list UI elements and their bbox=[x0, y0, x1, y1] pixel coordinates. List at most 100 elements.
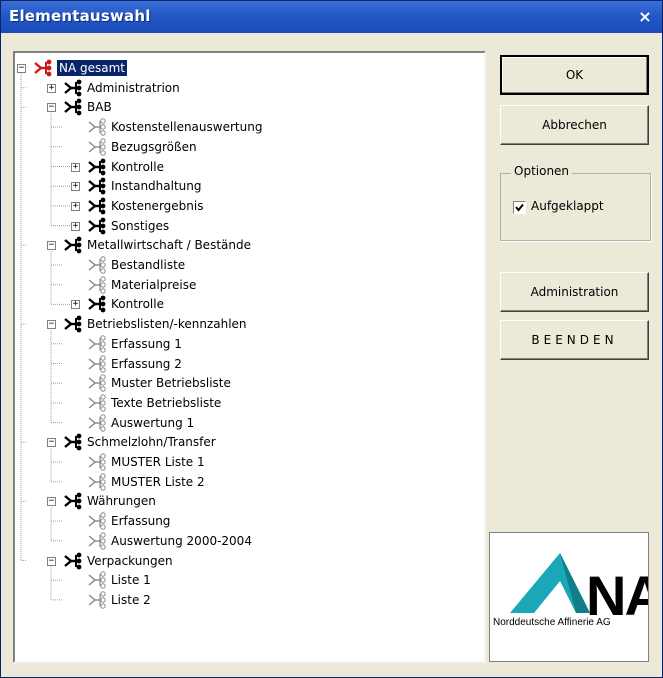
checkmark-icon bbox=[515, 203, 524, 212]
tree-node-13[interactable]: Erfassung 1 bbox=[15, 335, 475, 353]
tree-node-label[interactable]: MUSTER Liste 1 bbox=[111, 454, 205, 470]
tree-node-label[interactable]: Liste 2 bbox=[111, 592, 151, 608]
folder-node-icon bbox=[63, 236, 85, 254]
administration-button[interactable]: Administration bbox=[500, 272, 649, 312]
tree-node-3[interactable]: Bezugsgrößen bbox=[15, 138, 475, 156]
tree-node-15[interactable]: Muster Betriebsliste bbox=[15, 374, 475, 392]
tree-node-25[interactable]: Liste 1 bbox=[15, 571, 475, 589]
tree-node-2[interactable]: Kostenstellenauswertung bbox=[15, 118, 475, 136]
folder-node-icon bbox=[63, 433, 85, 451]
report-leaf-icon bbox=[87, 335, 109, 353]
expand-icon[interactable]: + bbox=[71, 300, 80, 310]
window-title: Elementauswahl bbox=[9, 7, 151, 25]
cancel-button[interactable]: Abbrechen bbox=[500, 105, 649, 145]
tree-node-8[interactable]: − Metallwirtschaft / Bestände bbox=[15, 236, 475, 254]
expand-icon[interactable]: + bbox=[71, 162, 80, 172]
tree-node-label[interactable]: Muster Betriebsliste bbox=[111, 375, 231, 391]
element-tree[interactable]: − NA gesamt + Administratrion − BAB Kostenstel… bbox=[13, 51, 486, 663]
tree-node-root[interactable]: − NA gesamt bbox=[15, 59, 475, 77]
tree-node-21[interactable]: − Währungen bbox=[15, 492, 475, 510]
folder-node-icon bbox=[87, 197, 109, 215]
tree-node-6[interactable]: + Kostenergebnis bbox=[15, 197, 475, 215]
tree-node-label[interactable]: Kostenergebnis bbox=[111, 198, 203, 214]
tree-node-5[interactable]: + Instandhaltung bbox=[15, 177, 475, 195]
tree-node-label[interactable]: BAB bbox=[87, 99, 112, 115]
folder-node-icon bbox=[63, 79, 85, 97]
expand-icon[interactable]: + bbox=[71, 201, 80, 211]
tree-node-24[interactable]: − Verpackungen bbox=[15, 552, 475, 570]
report-leaf-icon bbox=[87, 118, 109, 136]
collapse-icon[interactable]: − bbox=[47, 320, 56, 330]
tree-node-label[interactable]: Metallwirtschaft / Bestände bbox=[87, 237, 251, 253]
expand-icon[interactable]: + bbox=[47, 83, 56, 93]
tree-node-label[interactable]: Betriebslisten/-kennzahlen bbox=[87, 316, 247, 332]
ok-button[interactable]: OK bbox=[500, 55, 649, 95]
collapse-icon[interactable]: − bbox=[17, 64, 26, 73]
logo-company-name: Norddeutsche Affinerie AG bbox=[493, 617, 611, 628]
report-leaf-icon bbox=[87, 591, 109, 609]
tree-node-14[interactable]: Erfassung 2 bbox=[15, 354, 475, 373]
tree-node-label[interactable]: Liste 1 bbox=[111, 572, 151, 588]
tree-node-label[interactable]: Administratrion bbox=[87, 80, 180, 96]
folder-node-icon bbox=[87, 295, 109, 313]
collapse-icon[interactable]: − bbox=[47, 241, 56, 251]
tree-node-label[interactable]: Kontrolle bbox=[111, 159, 164, 175]
tree-node-label[interactable]: Verpackungen bbox=[87, 553, 173, 569]
tree-node-label[interactable]: Erfassung bbox=[111, 513, 170, 529]
expand-icon[interactable]: + bbox=[71, 221, 80, 231]
collapse-icon[interactable]: − bbox=[47, 103, 56, 113]
report-leaf-icon bbox=[87, 354, 109, 373]
report-leaf-icon bbox=[87, 571, 109, 589]
tree-node-label[interactable]: Auswertung 2000-2004 bbox=[111, 533, 252, 549]
tree-node-label[interactable]: Währungen bbox=[87, 493, 156, 509]
tree-node-label[interactable]: Bezugsgrößen bbox=[111, 139, 197, 155]
title-bar[interactable]: Elementauswahl × bbox=[1, 1, 662, 33]
tree-node-12[interactable]: − Betriebslisten/-kennzahlen bbox=[15, 315, 475, 333]
tree-node-23[interactable]: Auswertung 2000-2004 bbox=[15, 532, 475, 550]
tree-node-0[interactable]: + Administratrion bbox=[15, 79, 475, 97]
tree-node-label[interactable]: Sonstiges bbox=[111, 218, 169, 234]
tree-node-7[interactable]: + Sonstiges bbox=[15, 217, 475, 235]
folder-node-icon bbox=[87, 177, 109, 195]
tree-node-4[interactable]: + Kontrolle bbox=[15, 158, 475, 176]
tree-node-label[interactable]: Texte Betriebsliste bbox=[111, 395, 221, 411]
expanded-checkbox[interactable] bbox=[513, 201, 526, 214]
collapse-icon[interactable]: − bbox=[47, 497, 56, 507]
report-leaf-icon bbox=[87, 394, 109, 412]
tree-node-label[interactable]: Bestandliste bbox=[111, 257, 185, 273]
report-leaf-icon bbox=[87, 138, 109, 156]
tree-node-label[interactable]: Auswertung 1 bbox=[111, 415, 194, 431]
tree-node-label[interactable]: Erfassung 2 bbox=[111, 356, 182, 372]
tree-node-label[interactable]: Erfassung 1 bbox=[111, 336, 182, 352]
tree-node-26[interactable]: Liste 2 bbox=[15, 591, 475, 609]
tree-node-label[interactable]: Kostenstellenauswertung bbox=[111, 119, 262, 135]
collapse-icon[interactable]: − bbox=[47, 438, 56, 448]
tree-node-label[interactable]: Materialpreise bbox=[111, 277, 196, 293]
tree-node-label[interactable]: NA gesamt bbox=[57, 60, 127, 76]
report-leaf-icon bbox=[87, 413, 109, 432]
tree-node-label[interactable]: Instandhaltung bbox=[111, 178, 202, 194]
expand-icon[interactable]: + bbox=[71, 182, 80, 192]
tree-node-16[interactable]: Texte Betriebsliste bbox=[15, 394, 475, 412]
folder-node-icon bbox=[63, 98, 85, 116]
expanded-checkbox-label[interactable]: Aufgeklappt bbox=[531, 199, 604, 213]
tree-node-11[interactable]: + Kontrolle bbox=[15, 295, 475, 313]
tree-node-label[interactable]: Kontrolle bbox=[111, 296, 164, 312]
tree-node-17[interactable]: Auswertung 1 bbox=[15, 413, 475, 432]
close-icon[interactable]: × bbox=[634, 6, 656, 28]
tree-node-label[interactable]: MUSTER Liste 2 bbox=[111, 474, 205, 490]
quit-button[interactable]: BEENDEN bbox=[500, 320, 649, 360]
folder-node-icon bbox=[63, 552, 85, 570]
tree-node-20[interactable]: MUSTER Liste 2 bbox=[15, 472, 475, 491]
report-leaf-icon bbox=[87, 256, 109, 274]
tree-node-1[interactable]: − BAB bbox=[15, 98, 475, 116]
tree-node-19[interactable]: MUSTER Liste 1 bbox=[15, 453, 475, 471]
tree-node-label[interactable]: Schmelzlohn/Transfer bbox=[87, 434, 216, 450]
tree-node-22[interactable]: Erfassung bbox=[15, 512, 475, 530]
report-leaf-icon bbox=[87, 512, 109, 530]
tree-node-9[interactable]: Bestandliste bbox=[15, 256, 475, 274]
dialog-window: Elementauswahl × − NA gesamt + Administratr… bbox=[0, 0, 663, 678]
collapse-icon[interactable]: − bbox=[47, 556, 56, 566]
tree-node-10[interactable]: Materialpreise bbox=[15, 275, 475, 294]
tree-node-18[interactable]: − Schmelzlohn/Transfer bbox=[15, 433, 475, 451]
